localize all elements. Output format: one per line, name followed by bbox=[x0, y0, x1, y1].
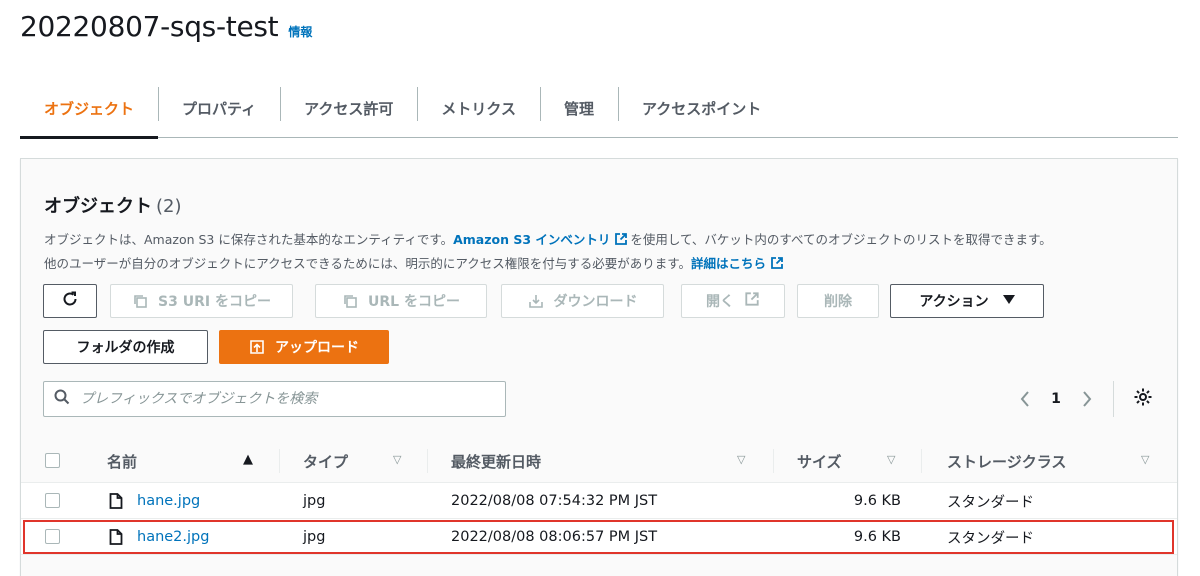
name-cell: hane.jpg bbox=[109, 483, 200, 519]
inventory-link[interactable]: Amazon S3 インベントリ bbox=[453, 232, 610, 247]
row-checkbox[interactable] bbox=[45, 529, 60, 544]
tab-metrics[interactable]: メトリクス bbox=[417, 78, 540, 138]
learn-more-link[interactable]: 詳細はこちら bbox=[691, 256, 766, 271]
upload-label: アップロード bbox=[275, 340, 359, 356]
copy-url-label: URL をコピー bbox=[368, 294, 460, 310]
sort-icon[interactable]: ▽ bbox=[393, 453, 401, 466]
refresh-icon bbox=[61, 290, 79, 312]
copy-url-button[interactable]: URL をコピー bbox=[315, 284, 487, 318]
search-icon bbox=[54, 389, 70, 409]
tab-access-points[interactable]: アクセスポイント bbox=[617, 78, 785, 138]
create-folder-label: フォルダの作成 bbox=[76, 340, 175, 356]
open-label: 開く bbox=[706, 294, 734, 310]
storage-class-cell: スタンダード bbox=[947, 530, 1034, 547]
objects-table: 名前 ▲ タイプ ▽ 最終更新日時 ▽ サイズ ▽ ストレージクラス ▽ han… bbox=[21, 439, 1177, 555]
bucket-header: 20220807-sqs-test 情報 bbox=[20, 6, 312, 46]
copy-icon bbox=[342, 293, 358, 309]
tab-bar: オブジェクト プロパティ アクセス許可 メトリクス 管理 アクセスポイント bbox=[20, 78, 1178, 139]
sort-icon[interactable]: ▽ bbox=[1141, 453, 1149, 466]
type-cell: jpg bbox=[303, 529, 326, 545]
column-divider bbox=[921, 449, 922, 473]
preferences-button[interactable] bbox=[1129, 385, 1157, 413]
pagination: 1 bbox=[1011, 385, 1101, 413]
search-box bbox=[43, 381, 506, 417]
caret-down-icon bbox=[1002, 293, 1015, 309]
search-input[interactable] bbox=[80, 391, 480, 407]
next-page-button[interactable] bbox=[1073, 385, 1101, 413]
gear-icon bbox=[1133, 387, 1153, 411]
column-divider bbox=[773, 449, 774, 473]
table-row[interactable]: hane.jpg jpg 2022/08/08 07:54:32 PM JST … bbox=[21, 483, 1177, 519]
column-header-name[interactable]: 名前 bbox=[107, 439, 137, 483]
size-cell: 9.6 KB bbox=[853, 493, 901, 509]
column-header-modified[interactable]: 最終更新日時 bbox=[451, 439, 541, 483]
object-count: (2) bbox=[156, 196, 182, 217]
tab-properties[interactable]: プロパティ bbox=[158, 78, 280, 138]
name-cell: hane2.jpg bbox=[109, 519, 209, 555]
delete-button[interactable]: 削除 bbox=[797, 284, 879, 318]
column-header-storage-class[interactable]: ストレージクラス bbox=[947, 439, 1066, 483]
tab-objects[interactable]: オブジェクト bbox=[20, 78, 159, 139]
file-icon bbox=[109, 529, 123, 545]
pager-divider bbox=[1113, 381, 1114, 417]
actions-dropdown[interactable]: アクション bbox=[890, 284, 1044, 318]
upload-icon bbox=[249, 339, 265, 355]
download-label: ダウンロード bbox=[553, 294, 638, 310]
select-all-checkbox[interactable] bbox=[45, 453, 60, 468]
info-link[interactable]: 情報 bbox=[288, 23, 312, 40]
upload-button[interactable]: アップロード bbox=[219, 330, 389, 364]
sort-ascending-icon[interactable]: ▲ bbox=[243, 452, 253, 467]
page-title: 20220807-sqs-test bbox=[20, 9, 279, 43]
download-icon bbox=[528, 293, 544, 309]
panel-title: オブジェクト (2) bbox=[44, 192, 182, 218]
panel-description: オブジェクトは、Amazon S3 に保存された基本的なエンティティです。Ama… bbox=[44, 229, 1164, 277]
modified-cell: 2022/08/08 08:06:57 PM JST bbox=[451, 529, 658, 545]
tab-permissions[interactable]: アクセス許可 bbox=[280, 78, 417, 138]
actions-label: アクション bbox=[919, 294, 989, 310]
prev-page-button[interactable] bbox=[1011, 385, 1039, 413]
type-cell: jpg bbox=[303, 493, 326, 509]
sort-icon[interactable]: ▽ bbox=[737, 453, 745, 466]
copy-s3-uri-label: S3 URI をコピー bbox=[158, 294, 271, 310]
column-header-size[interactable]: サイズ bbox=[797, 439, 842, 483]
object-link[interactable]: hane2.jpg bbox=[137, 529, 209, 545]
desc-text-2: を使用して、バケット内のすべてのオブジェクトのリストを取得できます。 bbox=[630, 232, 1052, 247]
desc-text-1: オブジェクトは、Amazon S3 に保存された基本的なエンティティです。 bbox=[44, 232, 454, 247]
copy-icon bbox=[132, 293, 148, 309]
size-cell: 9.6 KB bbox=[853, 529, 901, 545]
external-link-icon bbox=[614, 231, 628, 253]
download-button[interactable]: ダウンロード bbox=[501, 284, 664, 318]
open-button[interactable]: 開く bbox=[681, 284, 785, 318]
current-page[interactable]: 1 bbox=[1039, 391, 1073, 407]
object-link[interactable]: hane.jpg bbox=[137, 493, 200, 509]
column-divider bbox=[427, 449, 428, 473]
column-divider bbox=[279, 449, 280, 473]
desc-text-3: 他のユーザーが自分のオブジェクトにアクセスできるためには、明示的にアクセス権限を… bbox=[44, 256, 692, 271]
table-header: 名前 ▲ タイプ ▽ 最終更新日時 ▽ サイズ ▽ ストレージクラス ▽ bbox=[21, 439, 1177, 483]
modified-cell: 2022/08/08 07:54:32 PM JST bbox=[451, 493, 658, 509]
storage-class-cell: スタンダード bbox=[947, 494, 1034, 511]
external-link-icon bbox=[770, 255, 784, 277]
sort-icon[interactable]: ▽ bbox=[887, 453, 895, 466]
refresh-button[interactable] bbox=[43, 284, 97, 318]
copy-s3-uri-button[interactable]: S3 URI をコピー bbox=[110, 284, 293, 318]
create-folder-button[interactable]: フォルダの作成 bbox=[43, 330, 208, 364]
file-icon bbox=[109, 493, 123, 509]
column-header-type[interactable]: タイプ bbox=[303, 439, 348, 483]
table-row[interactable]: hane2.jpg jpg 2022/08/08 08:06:57 PM JST… bbox=[21, 519, 1177, 555]
delete-label: 削除 bbox=[824, 294, 852, 310]
panel-title-text: オブジェクト bbox=[44, 196, 152, 217]
objects-panel: オブジェクト (2) オブジェクトは、Amazon S3 に保存された基本的なエン… bbox=[20, 158, 1178, 576]
row-checkbox[interactable] bbox=[45, 493, 60, 508]
tab-management[interactable]: 管理 bbox=[539, 78, 618, 138]
external-link-icon bbox=[744, 291, 760, 311]
